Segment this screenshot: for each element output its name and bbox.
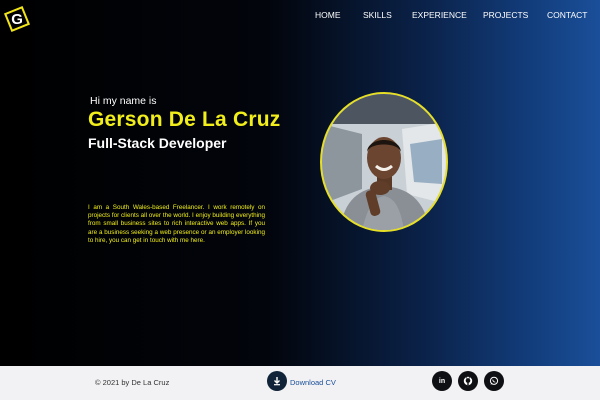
copyright-text: © 2021 by De La Cruz: [95, 378, 170, 387]
github-icon: [463, 376, 473, 386]
profile-photo: [320, 92, 448, 232]
nav-experience[interactable]: EXPERIENCE: [412, 10, 467, 20]
whatsapp-icon: [489, 376, 499, 385]
hero-role: Full-Stack Developer: [88, 135, 227, 151]
download-cv-label[interactable]: Download CV: [290, 378, 336, 387]
github-button[interactable]: [458, 371, 478, 391]
hero-section: G HOME SKILLS EXPERIENCE PROJECTS CONTAC…: [0, 0, 600, 366]
profile-photo-illustration: [322, 94, 446, 230]
logo[interactable]: G: [3, 5, 31, 33]
hero-bio: I am a South Wales-based Freelancer. I w…: [88, 204, 265, 244]
nav-skills[interactable]: SKILLS: [363, 10, 392, 20]
hero-name: Gerson De La Cruz: [88, 108, 281, 131]
footer: © 2021 by De La Cruz Download CV in: [0, 366, 600, 400]
nav-home[interactable]: HOME: [315, 10, 341, 20]
logo-letter: G: [11, 10, 23, 28]
greeting-text: Hi my name is: [90, 95, 157, 107]
download-cv-button[interactable]: [267, 371, 287, 391]
linkedin-icon: in: [438, 377, 446, 385]
whatsapp-button[interactable]: [484, 371, 504, 391]
download-icon: [274, 377, 280, 386]
nav-contact[interactable]: CONTACT: [547, 10, 587, 20]
nav-projects[interactable]: PROJECTS: [483, 10, 528, 20]
linkedin-button[interactable]: in: [432, 371, 452, 391]
